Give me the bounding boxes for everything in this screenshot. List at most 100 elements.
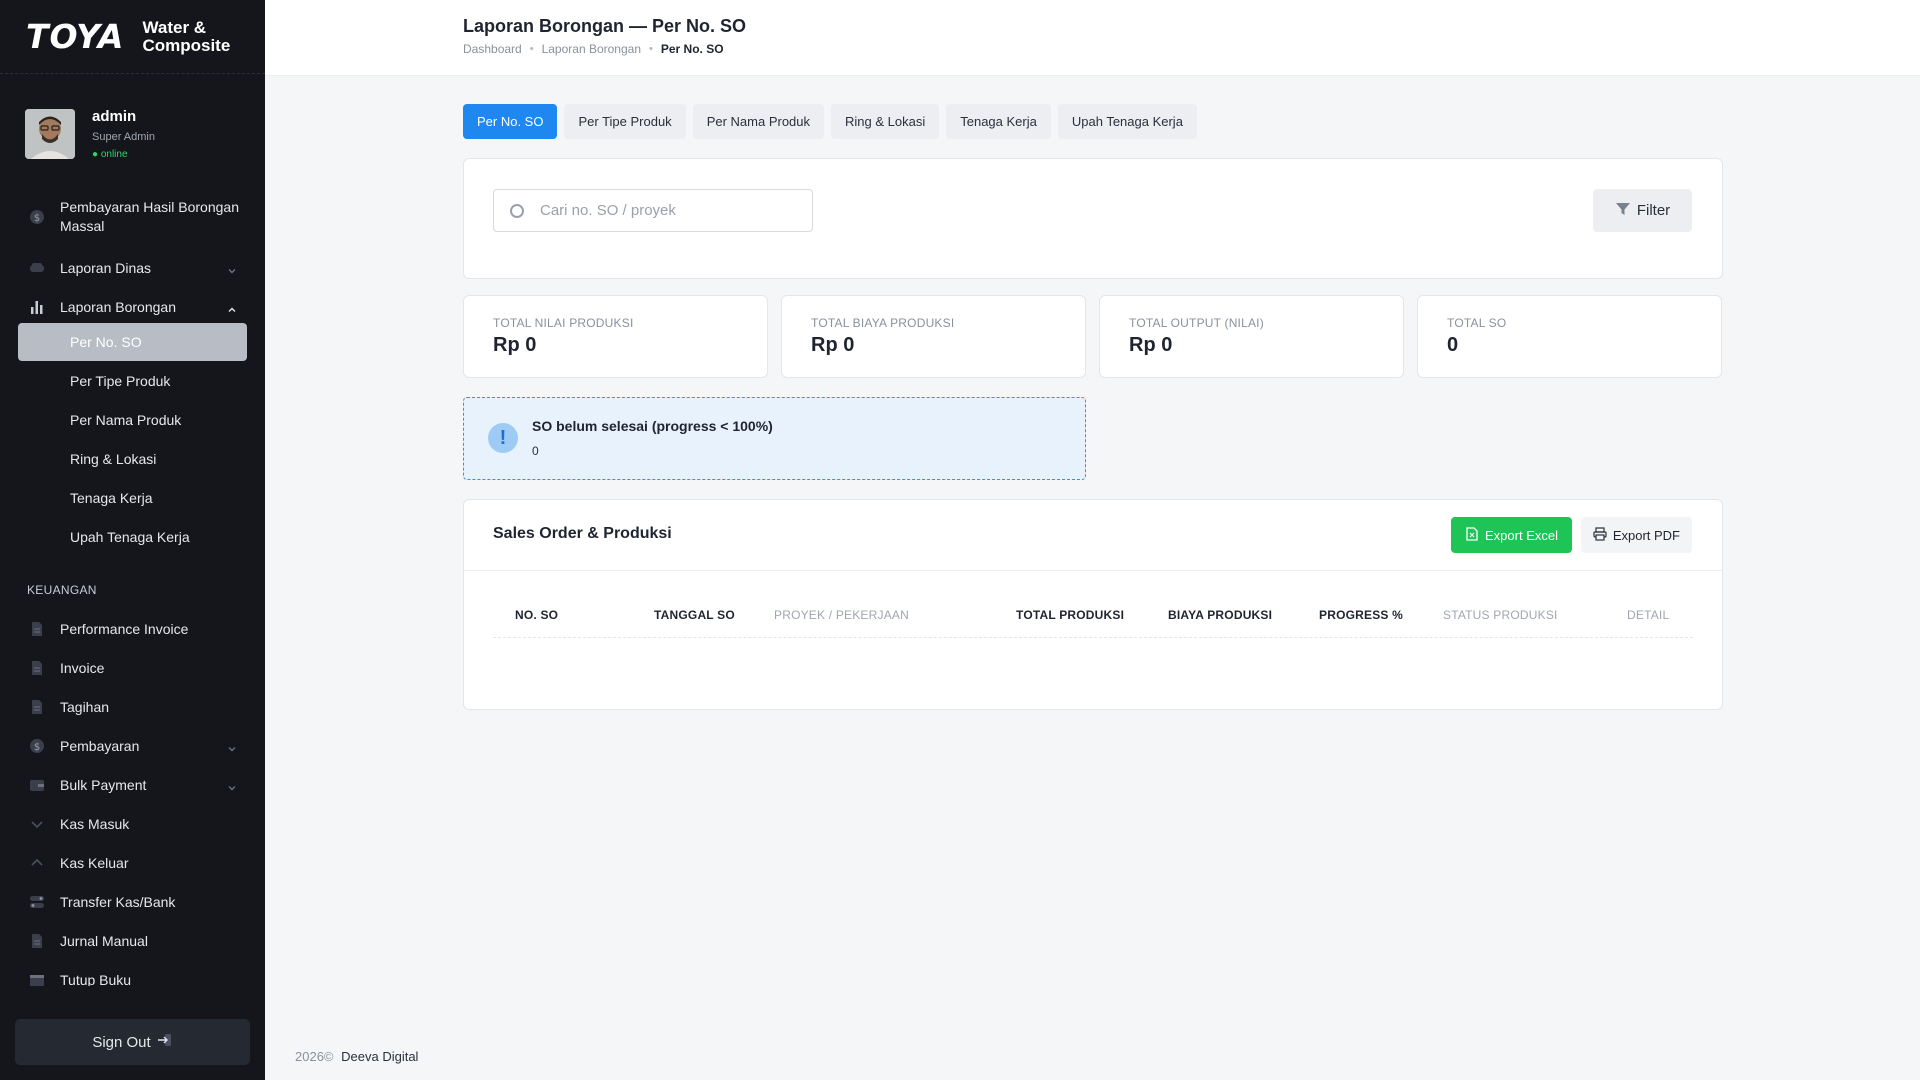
arrow-up-icon: [29, 855, 45, 871]
sidebar-item-label: Pembayaran: [60, 738, 140, 754]
sidebar-subitem-per-no-so[interactable]: Per No. SO: [18, 323, 247, 361]
sidebar: TOYA Water & Composite admin Super Admin…: [0, 0, 265, 1080]
sidebar-item-invoice[interactable]: Invoice: [0, 654, 265, 682]
column-header-detail: DETAIL: [1627, 608, 1670, 622]
export-excel-button[interactable]: Export Excel: [1451, 517, 1572, 553]
sidebar-subitem-tenaga-kerja[interactable]: Tenaga Kerja: [18, 479, 247, 517]
sidebar-item-bulk-payment[interactable]: Bulk Payment: [0, 771, 265, 799]
sidebar-subitem-label: Tenaga Kerja: [70, 490, 153, 506]
page-header: Laporan Borongan — Per No. SO Dashboard …: [265, 0, 1920, 76]
chevron-down-icon: [227, 263, 237, 274]
printer-icon: [1593, 526, 1607, 544]
sidebar-subitem-label: Per Nama Produk: [70, 412, 182, 428]
sidebar-item-label: Kas Keluar: [60, 855, 129, 871]
sign-out-label: Sign Out: [92, 1033, 151, 1051]
table-header-row: NO. SO TANGGAL SO PROYEK / PEKERJAAN TOT…: [493, 600, 1693, 638]
tab-upah-tenaga-kerja[interactable]: Upah Tenaga Kerja: [1057, 104, 1197, 139]
chevron-down-icon: [227, 741, 237, 752]
column-header-total-produksi[interactable]: TOTAL PRODUKSI: [1016, 608, 1124, 622]
sidebar-menu: $ Pembayaran Hasil Borongan Massal Lapor…: [0, 190, 265, 986]
stat-label: TOTAL SO: [1447, 316, 1507, 330]
search-box[interactable]: [493, 189, 813, 232]
stat-value: Rp 0: [1129, 334, 1173, 356]
sidebar-item-label: Massal: [60, 218, 105, 234]
column-header-tanggal-so[interactable]: TANGGAL SO: [654, 608, 735, 622]
section-label-keuangan: KEUANGAN: [27, 583, 97, 597]
stat-value: Rp 0: [493, 334, 537, 356]
sidebar-item-tagihan[interactable]: Tagihan: [0, 693, 265, 721]
wallet-icon: [29, 777, 45, 793]
arrow-down-icon: [29, 816, 45, 832]
sidebar-item-label: Laporan Dinas: [60, 260, 152, 276]
sidebar-subitem-per-tipe-produk[interactable]: Per Tipe Produk: [18, 362, 247, 400]
sidebar-item-pembayaran-hasil-borongan-massal[interactable]: $ Pembayaran Hasil Borongan Massal: [0, 196, 265, 238]
sidebar-item-label: Bulk Payment: [60, 777, 147, 793]
sidebar-item-label: Performance Invoice: [60, 621, 189, 637]
sidebar-item-jurnal-manual[interactable]: Jurnal Manual: [0, 927, 265, 955]
alert-value: 0: [532, 444, 539, 458]
column-header-progress[interactable]: PROGRESS %: [1319, 608, 1403, 622]
footer-year: 2026©: [295, 1049, 334, 1064]
sidebar-item-label: Laporan Borongan: [60, 299, 176, 315]
search-card: Filter: [463, 158, 1723, 279]
export-pdf-label: Export PDF: [1612, 527, 1680, 543]
filter-button[interactable]: Filter: [1593, 189, 1692, 232]
sidebar-item-kas-keluar[interactable]: Kas Keluar: [0, 849, 265, 877]
sidebar-item-laporan-borongan[interactable]: Laporan Borongan: [0, 293, 265, 321]
sidebar-item-performance-invoice[interactable]: Performance Invoice: [0, 615, 265, 643]
sidebar-item-kas-masuk[interactable]: Kas Masuk: [0, 810, 265, 838]
sales-order-table-card: Sales Order & Produksi Export Excel Expo…: [463, 499, 1723, 710]
bar-chart-icon: [29, 299, 45, 315]
sidebar-subitem-per-nama-produk[interactable]: Per Nama Produk: [18, 401, 247, 439]
user-role: Super Admin: [92, 131, 155, 143]
footer: 2026© Deeva Digital: [295, 1049, 418, 1064]
document-icon: [29, 660, 45, 676]
sidebar-subitem-label: Per No. SO: [70, 334, 142, 350]
sidebar-item-label: Transfer Kas/Bank: [60, 894, 176, 910]
svg-text:$: $: [34, 742, 40, 753]
document-icon: [29, 621, 45, 637]
page-title: Laporan Borongan — Per No. SO: [463, 16, 747, 36]
column-header-biaya-produksi[interactable]: BIAYA PRODUKSI: [1168, 608, 1272, 622]
brand-subtitle-line2: Composite: [142, 35, 231, 55]
sidebar-item-pembayaran[interactable]: $ Pembayaran: [0, 732, 265, 760]
sidebar-item-transfer-kas-bank[interactable]: Transfer Kas/Bank: [0, 888, 265, 916]
search-input[interactable]: [540, 202, 800, 219]
tab-per-no-so[interactable]: Per No. SO: [463, 104, 558, 139]
filter-label: Filter: [1636, 202, 1671, 219]
tab-ring-lokasi[interactable]: Ring & Lokasi: [831, 104, 940, 139]
calendar-icon: [29, 972, 45, 986]
tab-tenaga-kerja[interactable]: Tenaga Kerja: [946, 104, 1051, 139]
sidebar-subitem-ring-lokasi[interactable]: Ring & Lokasi: [18, 440, 247, 478]
export-pdf-button[interactable]: Export PDF: [1580, 517, 1692, 553]
sidebar-item-label: Invoice: [60, 660, 105, 676]
breadcrumb-item-dashboard[interactable]: Dashboard: [463, 42, 522, 56]
sidebar-item-label: Tagihan: [60, 699, 110, 715]
sidebar-item-laporan-dinas[interactable]: Laporan Dinas: [0, 254, 265, 282]
stat-value: 0: [1447, 334, 1459, 356]
sidebar-subitem-label: Upah Tenaga Kerja: [70, 529, 190, 545]
tab-per-tipe-produk[interactable]: Per Tipe Produk: [564, 104, 686, 139]
sign-out-button[interactable]: Sign Out: [15, 1019, 250, 1065]
exclamation-icon: !: [488, 423, 518, 453]
stat-card-total-so: TOTAL SO 0: [1417, 295, 1722, 378]
stat-label: TOTAL OUTPUT (NILAI): [1129, 316, 1264, 330]
dollar-icon: $: [29, 738, 45, 754]
excel-file-icon: [1465, 526, 1479, 544]
breadcrumb-item-laporan-borongan[interactable]: Laporan Borongan: [542, 42, 641, 56]
sidebar-item-label: Jurnal Manual: [60, 933, 148, 949]
sidebar-subitem-upah-tenaga-kerja[interactable]: Upah Tenaga Kerja: [18, 518, 247, 556]
brand-subtitle: Water & Composite: [142, 18, 231, 55]
tab-per-nama-produk[interactable]: Per Nama Produk: [692, 104, 825, 139]
avatar: [25, 109, 75, 159]
user-profile: admin Super Admin ● online: [0, 74, 265, 176]
sidebar-item-tutup-buku[interactable]: Tutup Buku: [0, 966, 265, 986]
export-excel-label: Export Excel: [1485, 527, 1558, 543]
sidebar-item-label: Kas Masuk: [60, 816, 130, 832]
chevron-up-icon: [227, 302, 237, 312]
unfinished-so-alert: ! SO belum selesai (progress < 100%) 0: [463, 397, 1086, 480]
search-icon: [510, 203, 524, 218]
footer-company-link[interactable]: Deeva Digital: [341, 1049, 418, 1064]
breadcrumb: Dashboard • Laporan Borongan • Per No. S…: [463, 42, 724, 56]
column-header-no-so[interactable]: NO. SO: [515, 608, 558, 622]
